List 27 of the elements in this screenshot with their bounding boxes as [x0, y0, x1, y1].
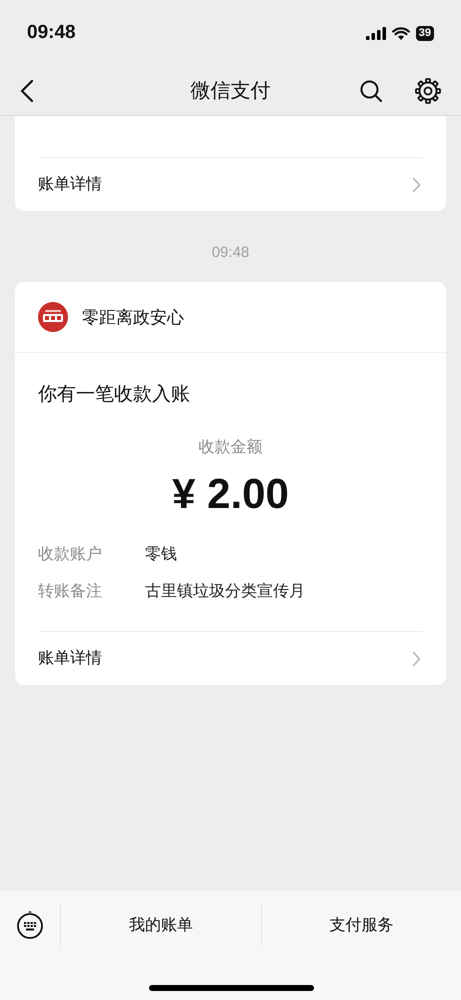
amount-value: ¥ 2.00	[171, 470, 290, 518]
link-label: 账单详情	[38, 174, 102, 195]
search-icon[interactable]	[359, 78, 383, 102]
bill-details-link[interactable]: 账单详情	[38, 157, 423, 211]
sender-name: 零距离政安心	[82, 306, 184, 328]
field-value: 古里镇垃圾分类宣传月	[145, 582, 305, 602]
bill-details-link[interactable]: 账单详情	[38, 631, 423, 685]
chevron-right-icon	[412, 650, 421, 666]
field-label: 转账备注	[38, 582, 103, 602]
back-icon[interactable]	[20, 78, 34, 102]
menu-button[interactable]: 我的账单	[61, 914, 260, 936]
timestamp: 09:48	[212, 243, 250, 263]
field-value: 零钱	[145, 545, 177, 565]
message-title: 你有一笔收款入账	[37, 383, 191, 407]
menu-button[interactable]: 支付服务	[262, 914, 461, 936]
settings-icon[interactable]	[415, 78, 441, 104]
avatar-icon	[38, 302, 68, 332]
link-label: 账单详情	[38, 648, 102, 669]
wifi-icon	[392, 26, 410, 40]
chevron-right-icon	[412, 176, 421, 192]
amount-label: 收款金额	[198, 438, 264, 458]
status-time: 09:48	[27, 22, 76, 44]
field-label: 收款账户	[38, 544, 103, 565]
signal-icon	[366, 26, 386, 40]
keyboard-icon[interactable]	[16, 911, 44, 939]
page-title: 微信支付	[190, 79, 272, 104]
battery-icon: 39	[416, 26, 434, 40]
